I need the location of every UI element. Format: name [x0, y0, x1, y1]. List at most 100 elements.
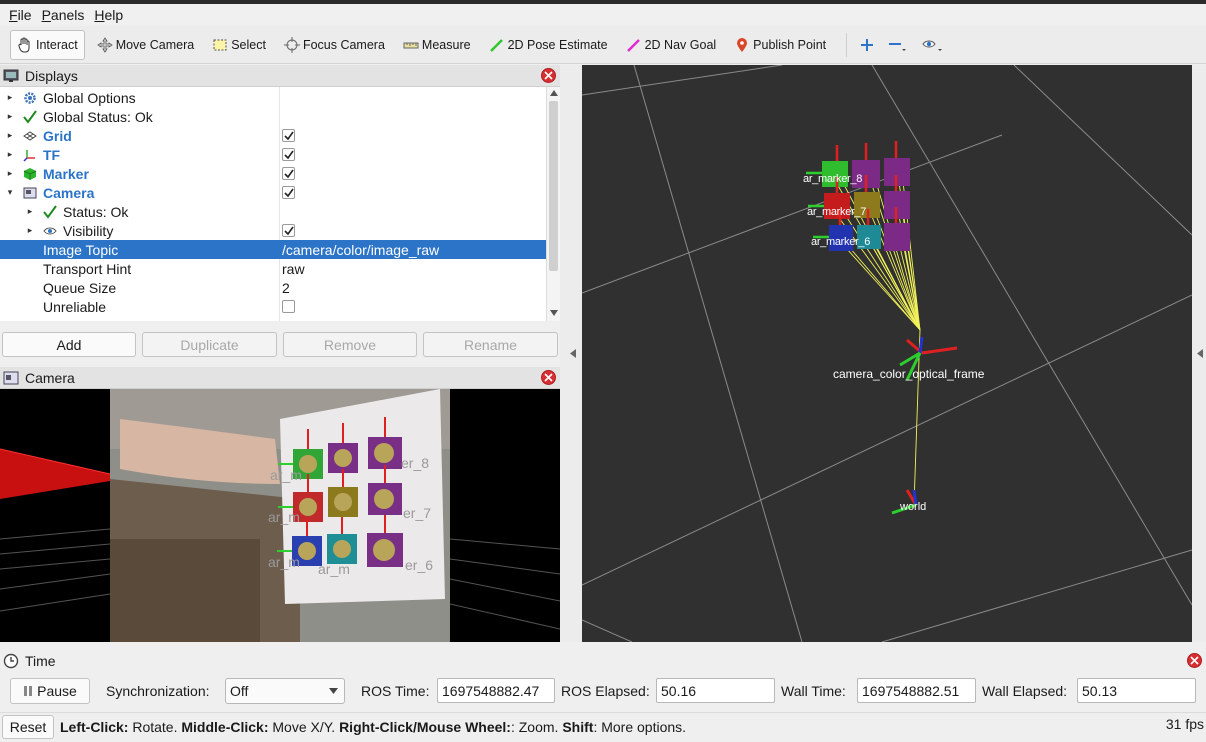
monitor-icon — [3, 68, 19, 84]
scroll-down-arrow-icon[interactable] — [550, 310, 558, 316]
image-topic-value[interactable]: /camera/color/image_raw — [282, 242, 439, 258]
pause-button[interactable]: Pause — [10, 678, 90, 704]
visibility-checkbox[interactable] — [282, 224, 295, 237]
collapse-right-arrow-icon[interactable] — [1197, 349, 1203, 358]
remove-tool-button[interactable] — [883, 30, 913, 60]
toolbar: Interact Move Camera Select Focus Camera… — [0, 26, 1206, 64]
wall-time-field[interactable]: 1697548882.51 — [857, 678, 976, 703]
collapse-left-arrow-icon[interactable] — [570, 349, 576, 358]
tree-row-grid[interactable]: ▸ Grid — [0, 126, 546, 145]
tree-row-queue-size[interactable]: Queue Size 2 — [0, 278, 546, 297]
expand-arrow-icon[interactable]: ▸ — [5, 149, 15, 160]
chevron-down-icon — [329, 688, 338, 694]
nav-goal-tool-button[interactable]: 2D Nav Goal — [620, 30, 723, 60]
interact-tool-button[interactable]: Interact — [10, 29, 85, 60]
focus-camera-label: Focus Camera — [302, 37, 385, 52]
remove-display-button[interactable]: Remove — [283, 332, 417, 357]
marker-6-label: ar_marker_6 — [811, 236, 871, 248]
scrollbar-thumb[interactable] — [549, 101, 558, 271]
reset-button[interactable]: Reset — [2, 715, 54, 739]
tree-row-label: Unreliable — [43, 298, 107, 315]
expand-arrow-icon[interactable]: ▸ — [5, 92, 15, 103]
camera-image-view[interactable]: ar_m ar_m ar_m ar_m er_8 er_7 er_6 — [0, 389, 560, 642]
synchronization-value: Off — [230, 683, 249, 699]
publish-point-icon — [737, 37, 748, 52]
expand-arrow-icon[interactable]: ▸ — [5, 168, 15, 179]
move-camera-tool-button[interactable]: Move Camera — [91, 30, 201, 60]
synchronization-label: Synchronization: — [106, 683, 210, 699]
camera-panel-title: Camera — [25, 369, 75, 386]
tree-row-camera[interactable]: ▾ Camera — [0, 183, 546, 202]
tf-enabled-checkbox[interactable] — [282, 148, 295, 161]
ros-elapsed-field[interactable]: 50.16 — [656, 678, 775, 703]
unreliable-checkbox[interactable] — [282, 300, 295, 313]
ros-time-field[interactable]: 1697548882.47 — [437, 678, 555, 703]
tree-row-global-status[interactable]: ▸ Global Status: Ok — [0, 107, 546, 126]
queue-size-value[interactable]: 2 — [282, 280, 290, 296]
left-splitter[interactable] — [560, 65, 582, 642]
camera-display-icon — [22, 185, 38, 201]
3d-render-view[interactable]: ar_marker_8 ar_marker_7 ar_marker_6 came… — [582, 65, 1192, 642]
tree-row-camera-status[interactable]: ▸ Status: Ok — [0, 202, 546, 221]
menu-file[interactable]: File — [4, 7, 37, 23]
minus-icon — [889, 42, 907, 51]
expand-arrow-icon[interactable]: ▸ — [5, 111, 15, 122]
collapse-arrow-icon[interactable]: ▾ — [5, 187, 15, 198]
tree-row-unreliable[interactable]: Unreliable — [0, 297, 546, 316]
focus-camera-tool-button[interactable]: Focus Camera — [278, 30, 391, 60]
checkmark-icon — [22, 109, 38, 125]
time-panel-close-button[interactable] — [1187, 653, 1202, 668]
publish-point-label: Publish Point — [753, 37, 827, 52]
select-tool-button[interactable]: Select — [206, 30, 272, 60]
displays-scrollbar[interactable] — [546, 87, 560, 321]
expand-arrow-icon[interactable]: ▸ — [25, 206, 35, 217]
status-bar: Reset Left-Click: Rotate. Middle-Click: … — [0, 712, 1206, 742]
plus-icon — [861, 38, 874, 51]
tree-row-transport-hint[interactable]: Transport Hint raw — [0, 259, 546, 278]
synchronization-select[interactable]: Off — [225, 678, 345, 704]
expand-arrow-icon[interactable]: ▸ — [5, 130, 15, 141]
tree-row-tf[interactable]: ▸ TF — [0, 145, 546, 164]
camera-panel-close-button[interactable] — [541, 370, 556, 385]
publish-point-tool-button[interactable]: Publish Point — [728, 30, 832, 60]
menu-help[interactable]: Help — [89, 7, 128, 23]
rename-display-button[interactable]: Rename — [423, 332, 558, 357]
duplicate-display-button[interactable]: Duplicate — [142, 332, 277, 357]
tree-row-visibility[interactable]: ▸ Visibility — [0, 221, 546, 240]
right-splitter[interactable] — [1192, 65, 1206, 642]
tree-row-label: Visibility — [63, 222, 114, 239]
grid-enabled-checkbox[interactable] — [282, 129, 295, 142]
view-menu-button[interactable] — [917, 30, 949, 60]
add-tool-button[interactable] — [855, 30, 879, 60]
camera-enabled-checkbox[interactable] — [282, 186, 295, 199]
menu-panels[interactable]: Panels — [37, 7, 90, 23]
pose-estimate-icon — [489, 38, 503, 52]
nav-goal-icon — [626, 38, 640, 52]
pose-estimate-tool-button[interactable]: 2D Pose Estimate — [483, 30, 614, 60]
scroll-up-arrow-icon[interactable] — [550, 90, 558, 96]
close-icon — [544, 373, 553, 382]
expand-arrow-icon[interactable]: ▸ — [25, 225, 35, 236]
hint-desc: : Zoom. — [510, 719, 563, 735]
hint-desc: Rotate. — [128, 719, 182, 735]
time-panel-header: Time — [0, 650, 1206, 672]
camera-overlay-label: er_7 — [403, 505, 432, 521]
tree-row-image-topic[interactable]: Image Topic /camera/color/image_raw — [0, 240, 546, 259]
transport-hint-value[interactable]: raw — [282, 261, 305, 277]
tree-row-label: TF — [43, 146, 61, 163]
hint-desc: Move X/Y. — [268, 719, 340, 735]
wall-time-label: Wall Time: — [781, 683, 846, 699]
tree-row-marker[interactable]: ▸ Marker — [0, 164, 546, 183]
ros-time-label: ROS Time: — [361, 683, 430, 699]
fps-counter: 31 fps — [1165, 716, 1204, 732]
add-display-button[interactable]: Add — [2, 332, 136, 357]
wall-elapsed-field[interactable]: 50.13 — [1077, 678, 1196, 703]
tree-row-label: Image Topic — [43, 241, 119, 258]
checkmark-icon — [42, 204, 58, 220]
marker-enabled-checkbox[interactable] — [282, 167, 295, 180]
displays-close-button[interactable] — [541, 68, 556, 83]
tree-row-label: Status: Ok — [63, 203, 129, 220]
clock-icon — [3, 653, 19, 669]
measure-tool-button[interactable]: Measure — [397, 30, 477, 60]
tree-row-global-options[interactable]: ▸ Global Options — [0, 88, 546, 107]
